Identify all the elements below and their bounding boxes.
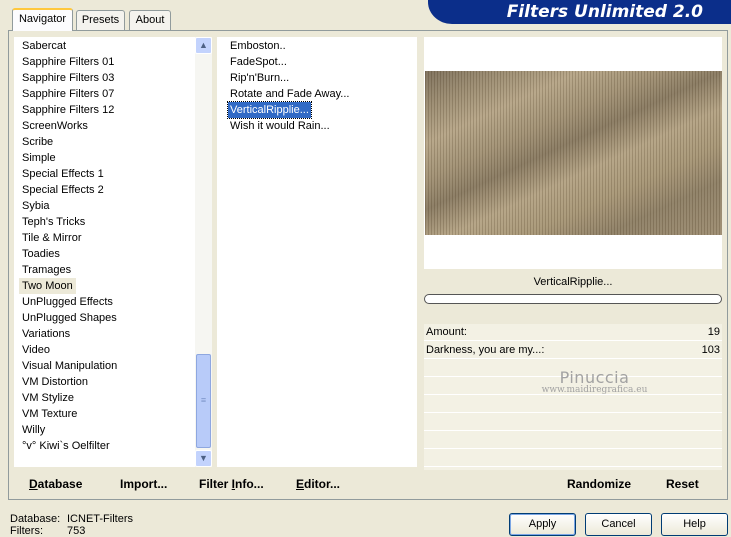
- param-label: Darkness, you are my...:: [426, 344, 545, 356]
- param-row-amount[interactable]: Amount: 19: [424, 324, 722, 341]
- tab-navigator[interactable]: Navigator: [12, 8, 73, 31]
- parameter-panel: Amount: 19 Darkness, you are my...: 103: [424, 324, 722, 470]
- filter-item[interactable]: Wish it would Rain...: [230, 118, 330, 134]
- filter-item[interactable]: Rotate and Fade Away...: [230, 86, 349, 102]
- category-item[interactable]: VM Texture: [22, 406, 77, 422]
- filters-count-value: 753: [67, 525, 86, 537]
- category-item[interactable]: VM Distortion: [22, 374, 88, 390]
- category-item[interactable]: Variations: [22, 326, 70, 342]
- category-item[interactable]: Video: [22, 342, 50, 358]
- param-value[interactable]: 103: [702, 344, 720, 356]
- category-item[interactable]: Special Effects 2: [22, 182, 104, 198]
- randomize-button[interactable]: Randomize: [567, 477, 631, 491]
- category-item[interactable]: Toadies: [22, 246, 60, 262]
- scroll-up-arrow-icon[interactable]: ▲: [195, 37, 212, 54]
- param-row-empty: [424, 360, 722, 377]
- cancel-button[interactable]: Cancel: [585, 513, 652, 536]
- category-item[interactable]: Simple: [22, 150, 56, 166]
- database-value: ICNET-Filters: [67, 513, 133, 525]
- param-row-empty: [424, 378, 722, 395]
- selected-filter-title: VerticalRipplie...: [424, 271, 722, 293]
- editor-button[interactable]: Editor...: [296, 477, 340, 491]
- param-row-empty: [424, 450, 722, 467]
- filter-item[interactable]: FadeSpot...: [230, 54, 287, 70]
- category-item[interactable]: Visual Manipulation: [22, 358, 117, 374]
- import-button[interactable]: Import...: [120, 477, 167, 491]
- category-item[interactable]: Tramages: [22, 262, 71, 278]
- database-label: Database:: [10, 513, 61, 525]
- tab-about[interactable]: About: [129, 10, 171, 30]
- category-item[interactable]: °v° Kiwi`s Oelfilter: [22, 438, 110, 454]
- preview-image: [425, 71, 722, 235]
- category-item[interactable]: Tile & Mirror: [22, 230, 81, 246]
- filter-item[interactable]: Emboston..: [230, 38, 286, 54]
- param-value[interactable]: 19: [708, 326, 720, 338]
- tab-presets[interactable]: Presets: [76, 10, 125, 30]
- category-item[interactable]: Sapphire Filters 03: [22, 70, 114, 86]
- category-item[interactable]: Two Moon: [19, 278, 76, 294]
- database-button[interactable]: Database: [29, 477, 82, 491]
- param-row-empty: [424, 414, 722, 431]
- filter-list[interactable]: Emboston.. FadeSpot... Rip'n'Burn... Rotate…: [217, 37, 417, 467]
- help-button[interactable]: Help: [661, 513, 728, 536]
- category-item[interactable]: ScreenWorks: [22, 118, 88, 134]
- category-item[interactable]: VM Stylize: [22, 390, 74, 406]
- category-item[interactable]: Sybia: [22, 198, 50, 214]
- param-row-empty: [424, 432, 722, 449]
- category-item[interactable]: UnPlugged Effects: [22, 294, 113, 310]
- filter-item[interactable]: Rip'n'Burn...: [230, 70, 289, 86]
- category-item[interactable]: Sapphire Filters 01: [22, 54, 114, 70]
- reset-button[interactable]: Reset: [666, 477, 699, 491]
- category-scrollbar[interactable]: ▲ ≡ ▼: [195, 37, 212, 467]
- filters-count-label: Filters:: [10, 525, 43, 537]
- filter-item[interactable]: VerticalRipplie...: [227, 101, 312, 119]
- category-item[interactable]: Sapphire Filters 07: [22, 86, 114, 102]
- category-list[interactable]: Sabercat Sapphire Filters 01 Sapphire Filt…: [14, 37, 195, 467]
- filter-info-button[interactable]: Filter Info...: [199, 477, 264, 491]
- scrollbar-thumb[interactable]: ≡: [196, 354, 211, 448]
- param-row-empty: [424, 396, 722, 413]
- param-label: Amount:: [426, 326, 467, 338]
- apply-button[interactable]: Apply: [509, 513, 576, 536]
- category-item[interactable]: UnPlugged Shapes: [22, 310, 117, 326]
- category-item[interactable]: Sabercat: [22, 38, 66, 54]
- scroll-down-arrow-icon[interactable]: ▼: [195, 450, 212, 467]
- app-banner-title: Filters Unlimited 2.0: [428, 0, 731, 24]
- category-item[interactable]: Willy: [22, 422, 45, 438]
- category-item[interactable]: Sapphire Filters 12: [22, 102, 114, 118]
- category-item[interactable]: Scribe: [22, 134, 53, 150]
- progress-bar: [424, 294, 722, 304]
- category-item[interactable]: Special Effects 1: [22, 166, 104, 182]
- category-item[interactable]: Teph's Tricks: [22, 214, 85, 230]
- param-row-darkness[interactable]: Darkness, you are my...: 103: [424, 342, 722, 359]
